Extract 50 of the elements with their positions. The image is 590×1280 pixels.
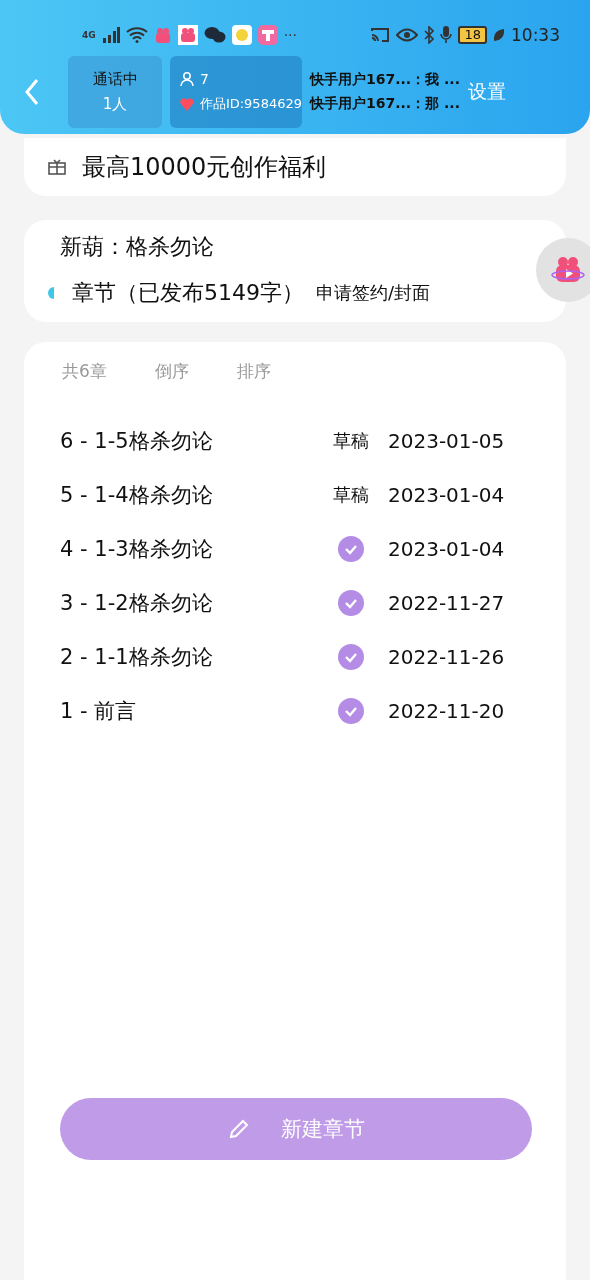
- chapter-date: 2023-01-05: [388, 428, 505, 453]
- call-people: 1人: [102, 95, 128, 114]
- signal-icon: [101, 27, 120, 43]
- chat-message: 快手用户167...：那 ...: [310, 95, 460, 113]
- chapter-title[interactable]: 1 - 前言: [60, 696, 326, 725]
- more-label: ···: [283, 27, 297, 43]
- leaf-icon: [493, 28, 505, 42]
- chapter-title[interactable]: 4 - 1-3格杀勿论: [60, 534, 326, 563]
- banner-card[interactable]: 最高10000元创作福利: [24, 138, 566, 196]
- clock: 10:33: [511, 25, 560, 45]
- chapter-date: 2022-11-26: [388, 644, 505, 669]
- chapter-title[interactable]: 3 - 1-2格杀勿论: [60, 588, 326, 617]
- network-label: 4G: [82, 30, 96, 40]
- chapter-date: 2022-11-27: [388, 590, 505, 615]
- microphone-icon: [440, 26, 453, 44]
- chapter-count: 共6章: [62, 360, 107, 383]
- heart-icon: [180, 97, 194, 111]
- apply-link[interactable]: 申请签约/封面: [316, 281, 431, 305]
- call-status-pill[interactable]: 通话中 1人: [68, 56, 162, 128]
- chapter-date: 2023-01-04: [388, 536, 505, 561]
- gift-icon: [48, 159, 66, 175]
- viewer-count: 7: [200, 71, 209, 87]
- chapter-title[interactable]: 5 - 1-4格杀勿论: [60, 480, 326, 509]
- app-icon: [153, 26, 172, 44]
- chapter-title[interactable]: 2 - 1-1格杀勿论: [60, 642, 326, 671]
- bluetooth-icon: [424, 26, 435, 44]
- app-icon: [231, 25, 252, 45]
- eye-icon: [396, 28, 419, 42]
- chat-icon: [203, 26, 226, 44]
- app-icon: [177, 25, 198, 45]
- person-icon: [180, 72, 194, 86]
- chapters-label: 章节（已发布5149字）: [72, 279, 304, 307]
- pencil-icon: [227, 1117, 251, 1141]
- banner-text: 最高10000元创作福利: [82, 152, 327, 183]
- draft-label: 草稿: [333, 482, 369, 507]
- chat-message: 快手用户167...：我 ...: [310, 71, 460, 89]
- wifi-icon: [125, 27, 148, 43]
- cast-icon: [370, 27, 391, 43]
- call-status: 通话中: [92, 70, 138, 89]
- back-icon[interactable]: [24, 78, 40, 106]
- chapter-title[interactable]: 6 - 1-5格杀勿论: [60, 426, 326, 455]
- section-marker-icon: [48, 287, 54, 299]
- chapter-date: 2023-01-04: [388, 482, 505, 507]
- book-title: 新葫：格杀勿论: [60, 233, 215, 261]
- app-icon: [257, 25, 278, 45]
- draft-label: 草稿: [333, 428, 369, 453]
- video-icon: [551, 255, 585, 285]
- battery-indicator: 18: [458, 26, 487, 44]
- chapter-date: 2022-11-20: [388, 698, 505, 723]
- work-id: 作品ID:9584629: [199, 95, 302, 113]
